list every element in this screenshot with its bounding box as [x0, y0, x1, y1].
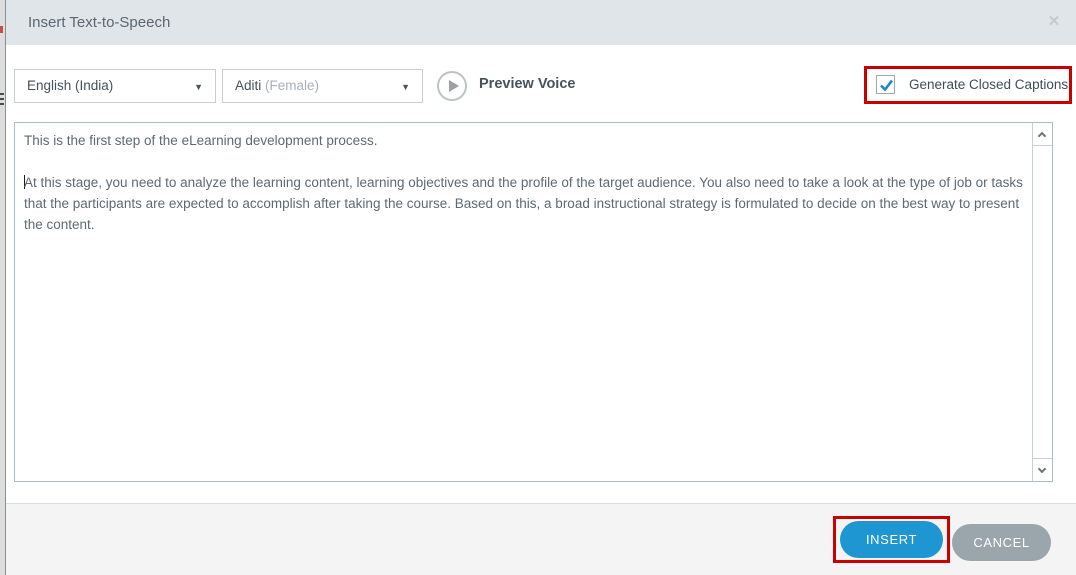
scroll-up-button[interactable] [1033, 123, 1052, 146]
dialog-titlebar: Insert Text-to-Speech ✕ [6, 0, 1076, 45]
dialog-footer: INSERT CANCEL [6, 503, 1076, 575]
chevron-up-icon [1037, 131, 1047, 141]
checkmark-icon [880, 79, 894, 92]
background-mark [0, 103, 4, 105]
tts-paragraph: At this stage, you need to analyze the l… [24, 175, 1023, 232]
preview-voice-label: Preview Voice [479, 76, 576, 92]
background-red-mark [0, 26, 3, 33]
close-icon[interactable]: ✕ [1044, 12, 1064, 32]
voice-dropdown-value: Aditi (Female) [235, 78, 320, 93]
voice-dropdown[interactable]: Aditi (Female) ▼ [222, 69, 423, 103]
voice-gender-label: (Female) [261, 78, 320, 93]
tts-text-input[interactable]: This is the first step of the eLearning … [14, 122, 1053, 482]
insert-highlight-annotation: INSERT [833, 516, 950, 563]
insert-button[interactable]: INSERT [840, 521, 943, 558]
background-mark [0, 98, 4, 100]
cancel-button[interactable]: CANCEL [952, 524, 1051, 561]
captions-checkbox[interactable] [876, 75, 895, 94]
background-mark [0, 93, 4, 95]
scroll-down-button[interactable] [1033, 458, 1052, 481]
insert-tts-dialog: Insert Text-to-Speech ✕ English (India) … [6, 0, 1076, 575]
captions-checkbox-group: Generate Closed Captions [867, 69, 1069, 101]
tts-text-content: This is the first step of the eLearning … [15, 123, 1032, 481]
tts-paragraph: This is the first step of the eLearning … [24, 133, 378, 148]
play-icon[interactable] [437, 71, 467, 101]
language-dropdown-value: English (India) [27, 78, 114, 93]
captions-highlight-annotation: Generate Closed Captions [864, 66, 1072, 104]
language-dropdown[interactable]: English (India) ▼ [14, 69, 216, 103]
chevron-down-icon: ▼ [401, 82, 410, 92]
scrollbar-track[interactable] [1033, 147, 1052, 457]
captions-checkbox-label: Generate Closed Captions [909, 77, 1069, 92]
dialog-title: Insert Text-to-Speech [28, 14, 171, 31]
textbox-scrollbar[interactable] [1032, 123, 1052, 481]
voice-controls-row: English (India) ▼ Aditi (Female) ▼ Previ… [6, 66, 1076, 104]
chevron-down-icon [1037, 464, 1047, 474]
chevron-down-icon: ▼ [194, 82, 203, 92]
